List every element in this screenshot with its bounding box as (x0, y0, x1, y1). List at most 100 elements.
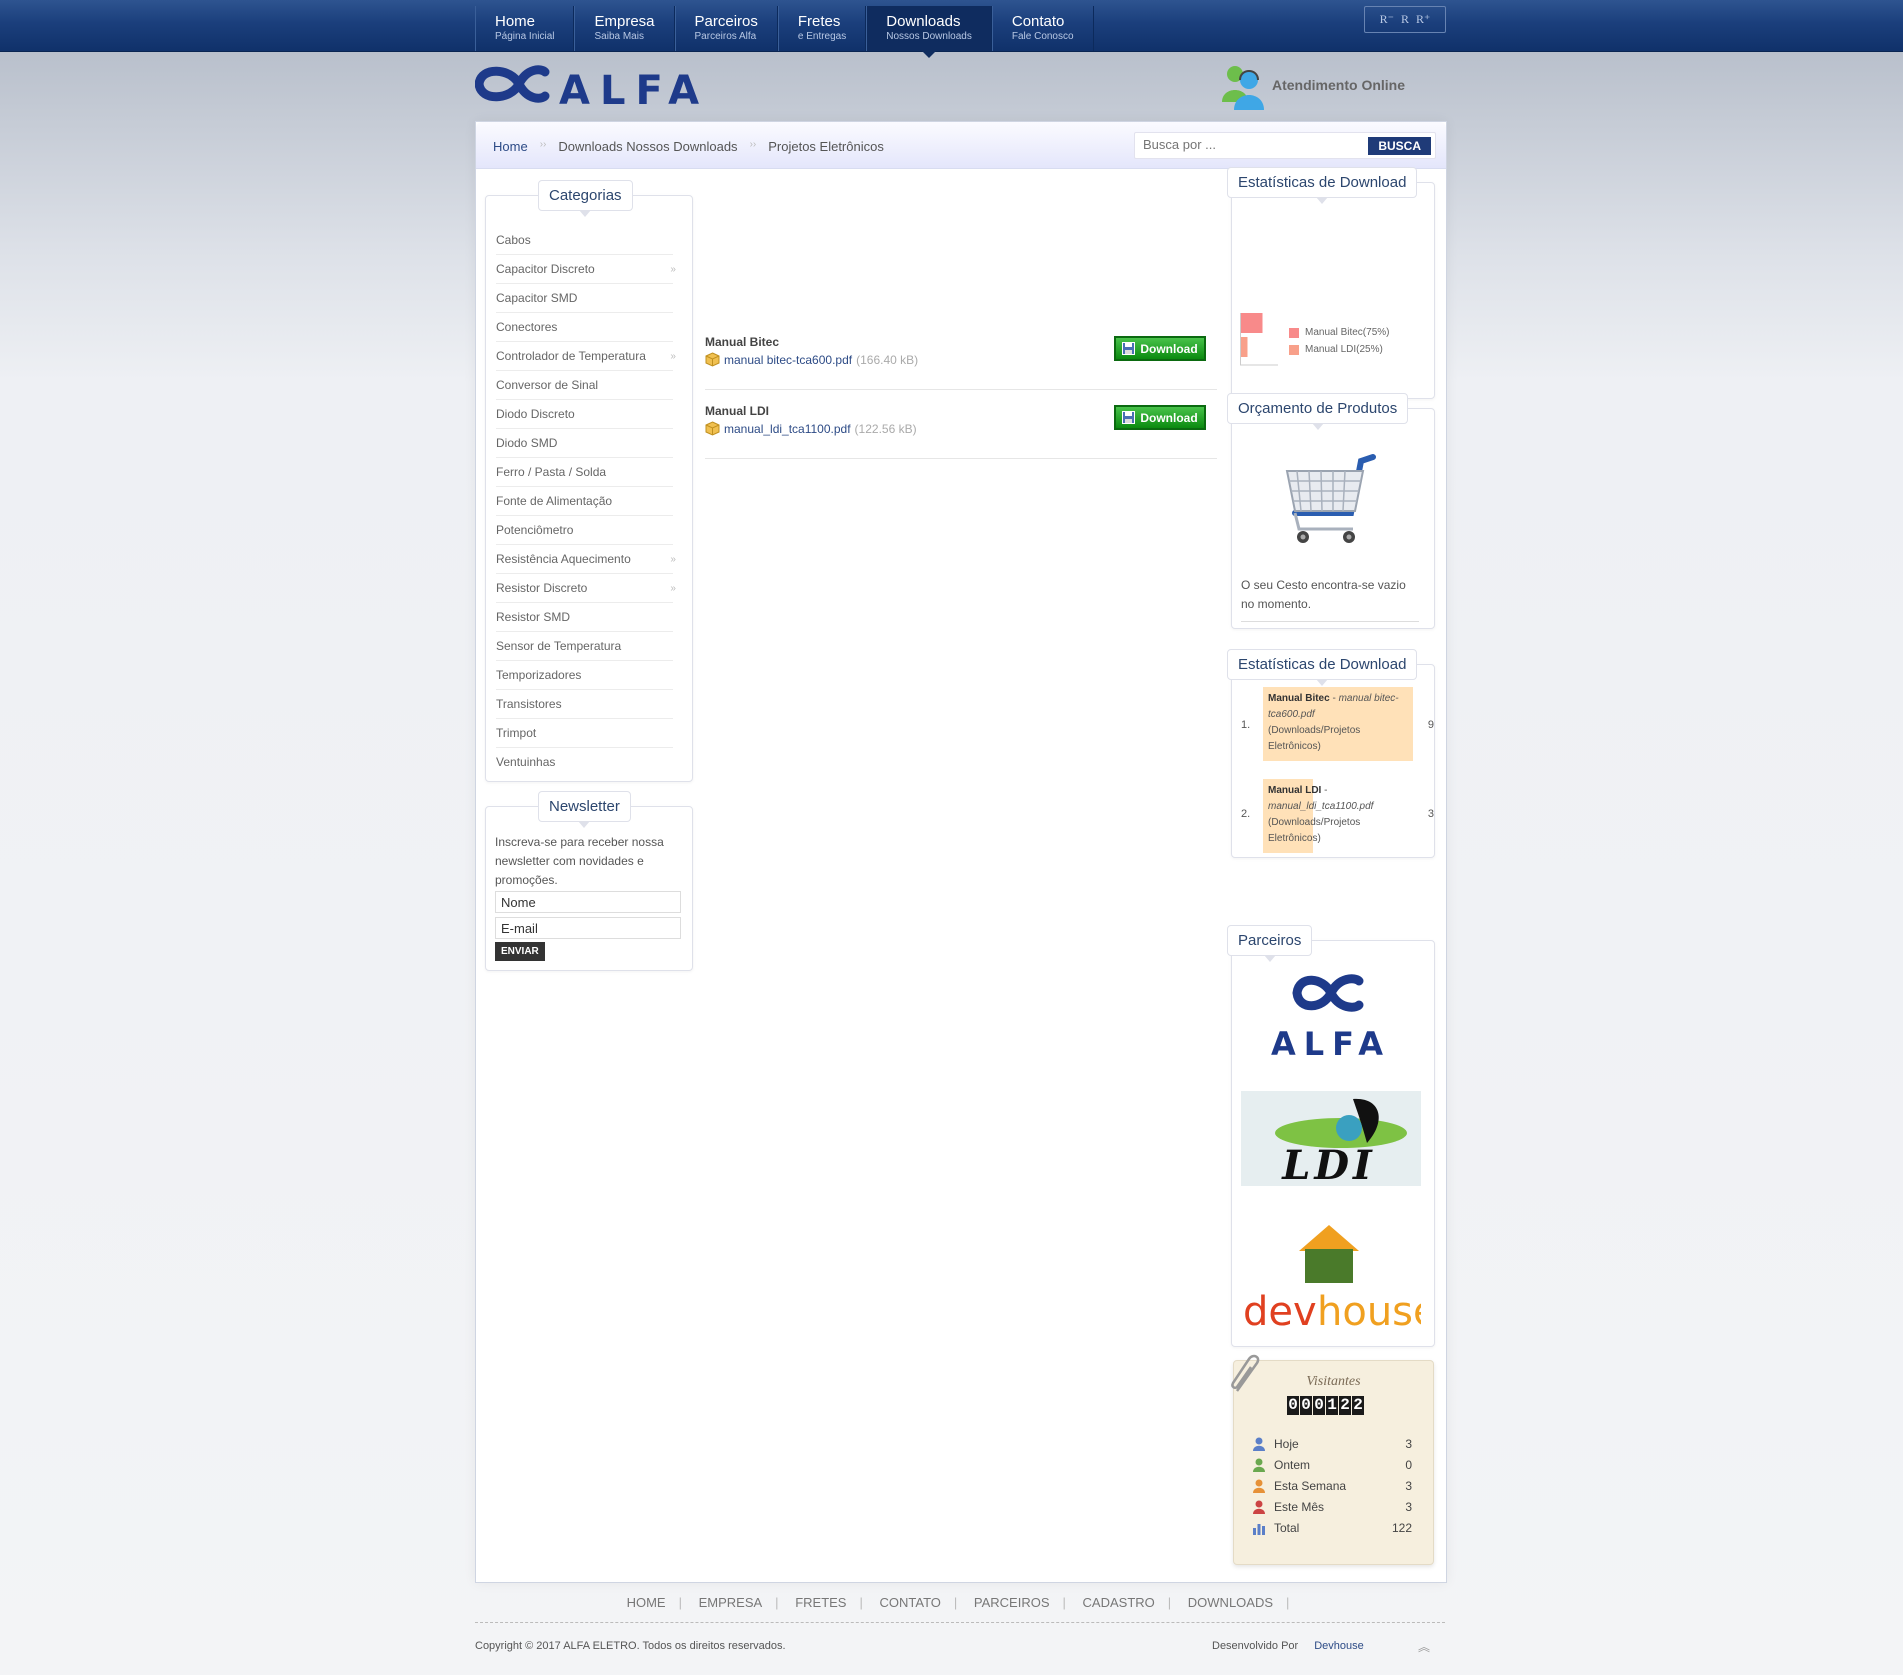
category-item[interactable]: Sensor de Temperatura (496, 632, 673, 661)
nav-contato[interactable]: Contato Fale Conosco (991, 6, 1094, 51)
category-label: Sensor de Temperatura (496, 639, 622, 653)
download-file-link[interactable]: manual bitec-tca600.pdf (724, 353, 852, 367)
user-icon (1253, 1458, 1265, 1472)
stats-card[interactable]: Manual Bitec - manual bitec-tca600.pdf (… (1263, 687, 1413, 761)
download-stats-list-box: Estatísticas de Download 1. Manual Bitec… (1227, 649, 1435, 858)
search-button[interactable]: BUSCA (1368, 137, 1431, 155)
footer-link-empresa[interactable]: EMPRESA (686, 1595, 776, 1610)
category-item[interactable]: Conversor de Sinal (496, 371, 673, 400)
partners-box: Parceiros ALFA LDI dev house (1227, 925, 1435, 1347)
visitor-row-value: 122 (1391, 1520, 1412, 1535)
category-item[interactable]: Resistência Aquecimento ›› (496, 545, 676, 574)
bar-chart-icon (1253, 1523, 1265, 1535)
category-label: Transistores (496, 697, 562, 711)
nav-empresa[interactable]: Empresa Saiba Mais (574, 6, 675, 51)
devhouse-link[interactable]: Devhouse (1314, 1640, 1364, 1652)
breadcrumb-downloads[interactable]: Downloads Nossos Downloads (558, 139, 737, 154)
newsletter-email-field[interactable] (495, 917, 681, 939)
category-item[interactable]: Diodo Discreto (496, 400, 673, 429)
category-label: Fonte de Alimentação (496, 494, 613, 508)
breadcrumb-home[interactable]: Home (493, 139, 528, 154)
category-item[interactable]: Capacitor Discreto ›› (496, 255, 676, 284)
nav-fretes[interactable]: Fretes e Entregas (777, 6, 867, 51)
font-increase-button[interactable]: R⁺ (1416, 12, 1430, 27)
download-stats-chart (1240, 313, 1278, 366)
footer-link-home[interactable]: HOME (614, 1595, 679, 1610)
download-item: Manual LDI manual_ldi_tca1100.pdf (122.5… (705, 390, 1217, 459)
download-button-label: Download (1140, 341, 1198, 356)
footer-link-cadastro[interactable]: CADASTRO (1070, 1595, 1168, 1610)
category-item[interactable]: Temporizadores (496, 661, 673, 690)
category-item[interactable]: Capacitor SMD (496, 284, 673, 313)
download-title: Manual LDI (705, 404, 770, 418)
category-item[interactable]: Ventuinhas (496, 748, 673, 776)
category-item[interactable]: Ferro / Pasta / Solda (496, 458, 673, 487)
nav-title: Home (495, 13, 536, 30)
category-list: Cabos Capacitor Discreto ›› Capacitor SMD… (496, 226, 676, 776)
visitor-row-value: 3 (1405, 1478, 1412, 1493)
stats-card[interactable]: Manual LDI - manual_ldi_tca1100.pdf (Dow… (1263, 779, 1413, 853)
category-label: Conversor de Sinal (496, 378, 599, 392)
counter-digit: 1 (1326, 1396, 1338, 1415)
category-item[interactable]: Transistores (496, 690, 673, 719)
quote-box: Orçamento de Produtos O seu Cesto encont… (1227, 393, 1435, 629)
download-button-label: Download (1140, 410, 1198, 425)
user-icon (1253, 1437, 1265, 1451)
breadcrumb: Home ›› Downloads Nossos Downloads ›› Pr… (493, 139, 884, 154)
visitor-row-week: Esta Semana 3 (1252, 1475, 1412, 1496)
shopping-cart-icon[interactable] (1277, 451, 1387, 566)
nav-title: Downloads (886, 13, 961, 30)
nav-subtitle: Fale Conosco (1011, 31, 1074, 42)
category-item[interactable]: Fonte de Alimentação (496, 487, 673, 516)
visitor-row-month: Este Mês 3 (1252, 1496, 1412, 1517)
category-item[interactable]: Resistor Discreto ›› (496, 574, 676, 603)
visitor-row-total: Total 122 (1252, 1517, 1412, 1538)
newsletter-name-field[interactable] (495, 891, 681, 913)
visitor-row-yesterday: Ontem 0 (1252, 1454, 1412, 1475)
category-item[interactable]: Conectores (496, 313, 673, 342)
search-input[interactable] (1135, 133, 1371, 156)
stats-item-path: (Downloads/Projetos Eletrônicos) (1268, 817, 1361, 844)
developed-by: Desenvolvido Por Devhouse (1212, 1640, 1364, 1652)
main-content-panel: Home ›› Downloads Nossos Downloads ›› Pr… (475, 121, 1447, 1583)
footer-link-fretes[interactable]: FRETES (782, 1595, 859, 1610)
stats-count: 3 (1427, 808, 1434, 820)
category-item[interactable]: Controlador de Temperatura ›› (496, 342, 676, 371)
category-label: Resistor Discreto (496, 581, 588, 595)
back-to-top-icon[interactable]: ︽ (1418, 1638, 1430, 1655)
font-decrease-button[interactable]: R⁻ (1380, 12, 1394, 27)
download-file-link[interactable]: manual_ldi_tca1100.pdf (724, 422, 851, 436)
partner-alfa-logo[interactable]: ALFA (1241, 965, 1421, 1060)
nav-subtitle: Parceiros Alfa (694, 31, 757, 42)
download-button[interactable]: Download (1114, 405, 1206, 430)
nav-title: Parceiros (694, 13, 758, 30)
download-button[interactable]: Download (1114, 336, 1206, 361)
footer-link-contato[interactable]: CONTATO (867, 1595, 954, 1610)
category-item[interactable]: Trimpot (496, 719, 673, 748)
newsletter-submit-button[interactable]: ENVIAR (495, 942, 545, 961)
footer-divider: | (953, 1595, 958, 1610)
category-label: Cabos (496, 233, 531, 247)
breadcrumb-bar: Home ›› Downloads Nossos Downloads ›› Pr… (476, 122, 1446, 169)
cart-empty-text: O seu Cesto encontra-se vazio no momento… (1241, 576, 1419, 622)
footer-link-downloads[interactable]: DOWNLOADS (1175, 1595, 1286, 1610)
download-stats-chart-box: Estatísticas de Download Manual Bitec(75… (1227, 167, 1435, 399)
category-label: Controlador de Temperatura (496, 349, 646, 363)
partner-devhouse-logo[interactable]: dev house (1241, 1221, 1421, 1331)
expand-arrow-icon: ›› (670, 583, 676, 594)
visitor-row-today: Hoje 3 (1252, 1433, 1412, 1454)
font-reset-button[interactable]: R (1401, 12, 1409, 27)
nav-subtitle: e Entregas (797, 31, 847, 42)
partner-ldi-logo[interactable]: LDI (1241, 1091, 1421, 1186)
nav-downloads[interactable]: Downloads Nossos Downloads (866, 6, 992, 58)
stats-item-dash: - (1321, 785, 1328, 796)
footer-link-parceiros[interactable]: PARCEIROS (961, 1595, 1063, 1610)
category-item[interactable]: Cabos (496, 226, 673, 255)
category-item[interactable]: Diodo SMD (496, 429, 673, 458)
category-item[interactable]: Potenciômetro (496, 516, 673, 545)
nav-home[interactable]: Home Página Inicial (475, 6, 575, 51)
online-support[interactable]: Atendimento Online (1218, 60, 1405, 110)
nav-parceiros[interactable]: Parceiros Parceiros Alfa (674, 6, 778, 51)
category-item[interactable]: Resistor SMD (496, 603, 673, 632)
site-logo[interactable]: ALFA (474, 60, 765, 114)
